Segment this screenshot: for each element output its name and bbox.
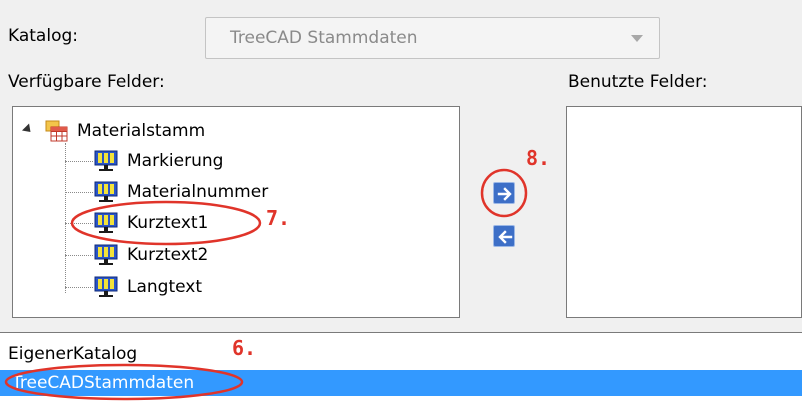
remove-field-button[interactable]	[493, 225, 515, 247]
tree-item-label: Kurztext2	[127, 245, 209, 265]
catalog-label: Katalog:	[8, 26, 78, 46]
chevron-down-icon[interactable]	[631, 35, 643, 42]
tree-item-label: Langtext	[127, 277, 203, 297]
tree-connector	[65, 287, 93, 288]
tree-connector	[65, 143, 66, 293]
annotation-step-8: 8.	[526, 146, 551, 170]
field-icon	[94, 150, 118, 171]
catalog-combo[interactable]: TreeCAD Stammdaten	[205, 17, 660, 59]
available-fields-label: Verfügbare Felder:	[8, 72, 165, 92]
tree-root-label: Materialstamm	[77, 121, 206, 141]
annotation-circle-add-button	[480, 168, 528, 218]
used-fields-list[interactable]	[566, 106, 802, 318]
catalog-combo-value: TreeCAD Stammdaten	[230, 28, 418, 48]
field-icon	[94, 276, 118, 297]
annotation-ellipse-treecadstammdaten	[4, 363, 244, 401]
used-fields-label: Benutzte Felder:	[568, 72, 708, 92]
annotation-step-7: 7.	[266, 206, 291, 230]
tree-connector	[65, 192, 93, 193]
annotation-ellipse-kurztext1	[70, 200, 262, 246]
tree-connector	[65, 255, 93, 256]
tree-item-label: Markierung	[127, 151, 224, 171]
annotation-step-6: 6.	[232, 336, 257, 360]
tree-connector	[65, 161, 93, 162]
expand-icon[interactable]	[21, 123, 35, 136]
arrow-left-icon	[498, 230, 513, 244]
table-icon	[45, 120, 68, 142]
